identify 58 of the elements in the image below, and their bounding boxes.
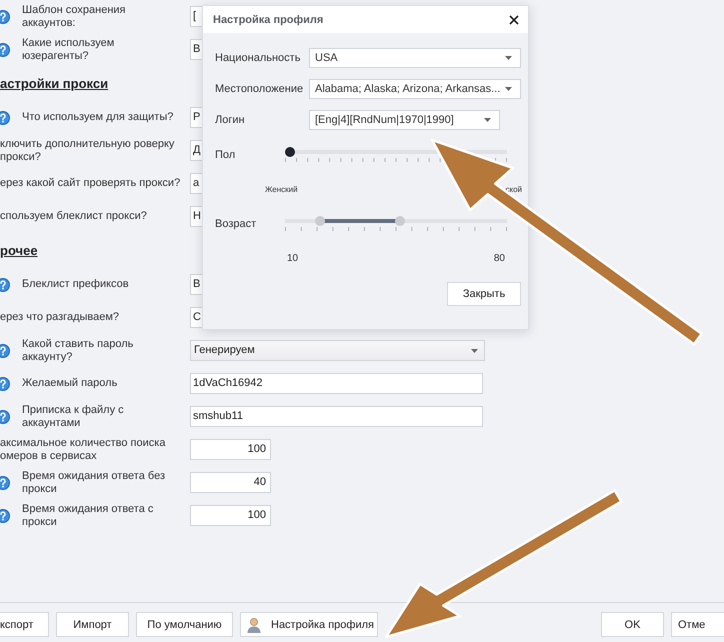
field-label: Время ожидания ответа с прокси xyxy=(22,502,154,528)
close-icon[interactable] xyxy=(509,14,519,24)
slider-thumb[interactable] xyxy=(314,216,325,226)
text-field[interactable]: smshub11 xyxy=(190,406,483,427)
slider-min-label: 10 xyxy=(287,253,298,264)
text-field[interactable]: 1dVaCh16942 xyxy=(190,373,483,394)
help-icon[interactable] xyxy=(0,278,10,292)
help-icon[interactable] xyxy=(0,10,10,24)
slider-label: Возраст xyxy=(215,217,258,230)
field-label: Какие используем юзерагенты? xyxy=(22,36,116,62)
close-button[interactable]: Закрыть xyxy=(447,282,521,306)
button[interactable]: OK xyxy=(601,612,664,637)
dialog-title: Настройка профиля xyxy=(213,14,324,26)
dropdown[interactable]: USA xyxy=(309,48,521,68)
section-heading: астройки прокси xyxy=(0,76,108,91)
number-field[interactable]: 100 xyxy=(190,505,271,526)
button[interactable]: Отме xyxy=(671,612,724,637)
button[interactable]: Импорт xyxy=(56,612,129,637)
field-label: Желаемый пароль xyxy=(22,377,118,390)
field-label: Какой ставить пароль аккаунту? xyxy=(22,338,134,364)
field-label: ключить дополнительную роверку прокси? xyxy=(0,138,176,164)
slider-thumb[interactable] xyxy=(395,216,406,226)
number-field[interactable]: 100 xyxy=(190,439,271,460)
slider-min-label: Женский xyxy=(265,185,298,194)
dropdown[interactable]: Генерируем xyxy=(190,340,485,361)
dropdown-caret-icon[interactable] xyxy=(484,118,491,122)
field-label: Местоположение xyxy=(215,83,304,95)
slider-thumb[interactable] xyxy=(285,147,295,157)
field-label: ерез какой сайт проверять прокси? xyxy=(0,177,182,190)
field-label: Национальность xyxy=(215,52,302,64)
help-icon[interactable] xyxy=(0,410,10,424)
field-label: Логин xyxy=(215,114,246,126)
field-label: Блеклист префиксов xyxy=(22,278,130,291)
button[interactable]: кспорт xyxy=(0,612,49,637)
dropdown[interactable]: Alabama; Alaska; Arizona; Arkansas... xyxy=(309,79,521,99)
field-label: Шаблон сохранения аккаунтов: xyxy=(22,4,127,30)
field-label: ерез что разгадываем? xyxy=(0,311,120,324)
slider-label: Пол xyxy=(215,148,236,161)
help-icon[interactable] xyxy=(0,476,10,490)
button[interactable]: Настройка профиля xyxy=(240,612,378,637)
help-icon[interactable] xyxy=(0,344,10,358)
dropdown[interactable]: [Eng|4][RndNum|1970|1990] xyxy=(309,110,500,130)
dropdown-caret-icon[interactable] xyxy=(505,56,512,60)
button[interactable]: По умолчанию xyxy=(136,612,233,637)
help-icon[interactable] xyxy=(0,110,10,124)
dropdown-caret-icon[interactable] xyxy=(505,87,512,91)
number-field[interactable]: 40 xyxy=(190,472,271,493)
dropdown-caret-icon[interactable] xyxy=(471,348,478,352)
field-label: аксимальное количество поиска омеров в сервисах xyxy=(0,436,166,462)
section-heading: рочее xyxy=(0,243,38,258)
help-icon[interactable] xyxy=(0,508,10,522)
field-label: Время ожидания ответа без прокси xyxy=(22,470,166,496)
field-label: спользуем блеклист прокси? xyxy=(0,210,148,223)
slider-max-label: 80 xyxy=(494,253,505,264)
field-label: Что используем для защиты? xyxy=(22,111,174,124)
help-icon[interactable] xyxy=(0,376,10,390)
help-icon[interactable] xyxy=(0,42,10,56)
field-label: Приписка к файлу с аккаунтами xyxy=(22,404,125,430)
